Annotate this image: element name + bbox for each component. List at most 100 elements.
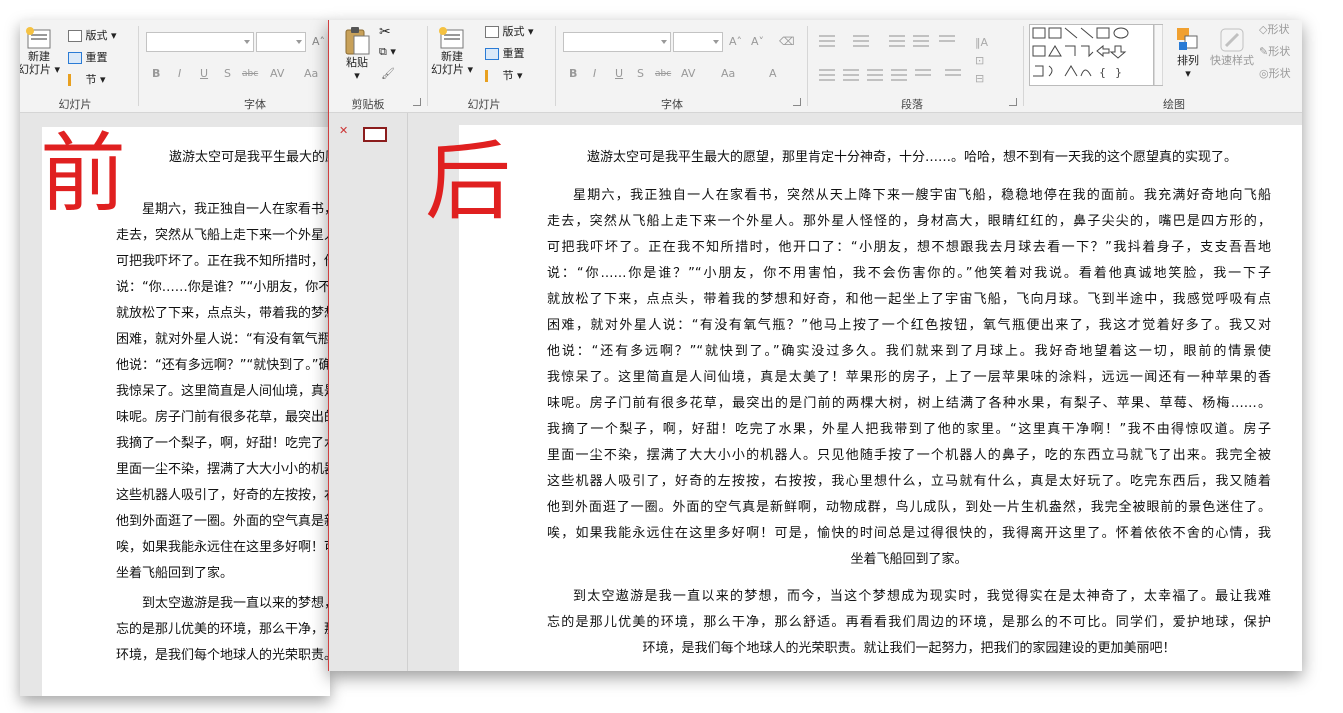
shape-effects-button[interactable]: ◎形状 bbox=[1259, 66, 1291, 82]
slides-group-label: 幻灯片 bbox=[58, 98, 92, 111]
text-line: 唉，如果我能永远住在这里多好啊！可是，愉快的时间总是过得很快的，我得离开这里了。… bbox=[547, 526, 1271, 541]
new-slide-button[interactable]: 新建 幻灯片 ▾ bbox=[429, 26, 475, 76]
layout-button[interactable]: 版式 ▾ bbox=[68, 28, 117, 44]
before-window: 新建 幻灯片 ▾ 版式 ▾ 重置 节 ▾ 幻灯片 A˄ B I U S abc … bbox=[20, 20, 330, 696]
group-separator bbox=[138, 26, 139, 106]
paragraph-tools[interactable]: ‖A ⊡ ⊟ bbox=[813, 26, 1013, 92]
quick-styles-button[interactable]: 快速样式 bbox=[1207, 26, 1257, 67]
font-name-combo[interactable] bbox=[146, 32, 254, 52]
reset-icon bbox=[68, 52, 82, 64]
copy-icon[interactable]: ⧉ ▾ bbox=[379, 44, 396, 60]
strikethrough-button[interactable]: abc bbox=[242, 66, 258, 82]
text-line: 走去，突然从飞船上走下来一个外星人。那外星人怪怪的，身材高大，眼睛红红的，鼻子尖… bbox=[547, 214, 1271, 229]
section-icon bbox=[68, 74, 82, 86]
font-launcher-icon[interactable] bbox=[793, 98, 801, 106]
text-line: 唉，如果我能永远住在这里多好啊！可是，愉快的时间总是过得很快的，我得离开这里了。… bbox=[116, 540, 330, 555]
format-painter-icon[interactable]: 🖌 bbox=[381, 66, 395, 82]
text-line: 就放松了下来，点点头，带着我的梦想和好奇，和他一起坐上了宇宙飞船，飞向月球。飞到… bbox=[116, 306, 330, 321]
text-line: 我惊呆了。这里简直是人间仙境，真是太美了！苹果形的房子，上了一层苹果味的涂料，远… bbox=[547, 370, 1271, 385]
bold-button[interactable]: B bbox=[569, 66, 577, 82]
text-line: 味呢。房子门前有很多花草，最突出的是门前的两棵大树，树上结满了各种水果，有梨子、… bbox=[547, 396, 1271, 411]
bold-button[interactable]: B bbox=[152, 66, 160, 82]
slide-workspace: 前 遨游太空可是我平生最大的愿望，那里肯定十分神奇，十分……。哈哈，想不到有一天… bbox=[20, 113, 330, 696]
char-spacing-button[interactable]: AV bbox=[681, 66, 695, 82]
svg-text:{: { bbox=[1099, 66, 1106, 79]
text-line: 这些机器人吸引了，好奇的左按按，右按按，我心里想什么，立马就有什么，真是太好玩了… bbox=[116, 488, 330, 503]
grow-font-button[interactable]: A˄ bbox=[729, 34, 742, 50]
grow-font-button[interactable]: A˄ bbox=[312, 34, 325, 50]
text-line: 他到外面逛了一圈。外面的空气真是新鲜啊，动物成群，鸟儿成队，到处一片生机盎然，我… bbox=[116, 514, 330, 529]
quick-styles-icon bbox=[1220, 28, 1244, 52]
section-button[interactable]: 节 ▾ bbox=[68, 72, 106, 88]
arrange-button[interactable]: 排列 ▾ bbox=[1171, 26, 1205, 80]
ribbon: 粘贴 ▾ ✂ ⧉ ▾ 🖌 剪贴板 新建 幻灯片 ▾ 版式 ▾ 重置 节 ▾ 幻灯… bbox=[329, 20, 1302, 113]
text-line: 环境，是我们每个地球人的光荣职责。就让我们一起努力，把我们的家园建设的更加美丽吧… bbox=[642, 641, 1176, 656]
text-line: 我惊呆了。这里简直是人间仙境，真是太美了！苹果形的房子，上了一层苹果味的涂料，远… bbox=[116, 384, 330, 399]
group-separator bbox=[555, 26, 556, 106]
clear-format-icon[interactable]: ⌫ bbox=[779, 34, 795, 50]
clipboard-launcher-icon[interactable] bbox=[413, 98, 421, 106]
new-slide-button[interactable]: 新建 幻灯片 ▾ bbox=[20, 26, 62, 76]
text-line: 困难，就对外星人说：“有没有氧气瓶？”他马上按了一个红色按钮，氧气瓶便出来了，我… bbox=[547, 318, 1271, 333]
shrink-font-button[interactable]: A˅ bbox=[751, 34, 764, 50]
svg-text:⊡: ⊡ bbox=[975, 54, 984, 67]
section-icon bbox=[485, 70, 499, 82]
char-spacing-button[interactable]: AV bbox=[270, 66, 284, 82]
doc-title: 遨游太空可是我平生最大的愿望，那里肯定十分神奇，十分……。哈哈，想不到有一天我的… bbox=[586, 150, 1237, 165]
underline-button[interactable]: U bbox=[200, 66, 208, 82]
paragraph-group-label: 段落 bbox=[901, 98, 923, 111]
italic-button[interactable]: I bbox=[178, 66, 181, 82]
shadow-button[interactable]: S bbox=[637, 66, 644, 82]
font-size-combo[interactable] bbox=[673, 32, 723, 52]
font-color-button[interactable]: A bbox=[769, 66, 777, 82]
layout-icon bbox=[68, 30, 82, 42]
after-label: 后 bbox=[425, 132, 511, 232]
font-group-label: 字体 bbox=[661, 98, 683, 111]
slide-page[interactable]: 前 遨游太空可是我平生最大的愿望，那里肯定十分神奇，十分……。哈哈，想不到有一天… bbox=[40, 127, 330, 696]
text-line: 里面一尘不染，摆满了大大小小的机器人。只见他随手按了一个机器人的鼻子，吃的东西立… bbox=[547, 448, 1271, 463]
group-separator bbox=[427, 26, 428, 106]
text-line: 到太空遨游是我一直以来的梦想，而今，当这个梦想成为现实时，我觉得实在是太神奇了，… bbox=[142, 596, 330, 611]
text-line: 说：“你……你是谁？”“小朋友，你不用害怕，我不会伤害你的。”他笑着对我说。看着… bbox=[547, 266, 1271, 281]
text-line: 走去，突然从飞船上走下来一个外星人。那外星人怪怪的，身材高大，眼睛红红的，鼻子尖… bbox=[116, 228, 330, 243]
text-line: 他说：“还有多远啊？”“就快到了。”确实没过多久。我们就来到了月球上。我好奇地望… bbox=[547, 344, 1271, 359]
text-line: 就放松了下来，点点头，带着我的梦想和好奇，和他一起坐上了宇宙飞船，飞向月球。飞到… bbox=[547, 292, 1271, 307]
text-line: 说：“你……你是谁？”“小朋友，你不用害怕，我不会伤害你的。”他笑着对我说。看着… bbox=[116, 280, 330, 295]
text-line: 坐着飞船回到了家。 bbox=[850, 552, 968, 567]
section-button[interactable]: 节 ▾ bbox=[485, 68, 523, 84]
change-case-button[interactable]: Aa bbox=[304, 66, 318, 82]
text-line: 他说：“还有多远啊？”“就快到了。”确实没过多久。我们就来到了月球上。我好奇地望… bbox=[116, 358, 330, 373]
ribbon: 新建 幻灯片 ▾ 版式 ▾ 重置 节 ▾ 幻灯片 A˄ B I U S abc … bbox=[20, 20, 330, 113]
svg-text:}: } bbox=[1115, 66, 1122, 79]
font-name-combo[interactable] bbox=[563, 32, 671, 52]
shadow-button[interactable]: S bbox=[224, 66, 231, 82]
shape-outline-button[interactable]: ✎形状 bbox=[1259, 44, 1290, 60]
font-group-label: 字体 bbox=[244, 98, 266, 111]
slide-page[interactable]: 后 遨游太空可是我平生最大的愿望，那里肯定十分神奇，十分……。哈哈，想不到有一天… bbox=[425, 125, 1302, 671]
font-size-combo[interactable] bbox=[256, 32, 306, 52]
svg-text:‖A: ‖A bbox=[975, 36, 989, 49]
group-separator bbox=[1023, 26, 1024, 106]
reset-button[interactable]: 重置 bbox=[485, 46, 525, 62]
layout-button[interactable]: 版式 ▾ bbox=[485, 24, 534, 40]
shapes-gallery[interactable]: {} bbox=[1029, 24, 1163, 86]
text-line: 他到外面逛了一圈。外面的空气真是新鲜啊，动物成群，鸟儿成队，到处一片生机盎然，我… bbox=[547, 500, 1271, 515]
group-separator bbox=[807, 26, 808, 106]
new-slide-icon bbox=[439, 27, 464, 49]
slide-thumbnail[interactable] bbox=[363, 127, 387, 142]
paste-button[interactable]: 粘贴 ▾ bbox=[337, 26, 377, 82]
cut-icon[interactable]: ✂ bbox=[379, 24, 391, 40]
underline-button[interactable]: U bbox=[615, 66, 623, 82]
change-case-button[interactable]: Aa bbox=[721, 66, 735, 82]
strikethrough-button[interactable]: abc bbox=[655, 66, 671, 82]
arrange-icon bbox=[1177, 28, 1198, 50]
reset-button[interactable]: 重置 bbox=[68, 50, 108, 66]
shape-fill-button[interactable]: ◇形状 bbox=[1259, 22, 1289, 38]
doc-title: 遨游太空可是我平生最大的愿望，那里肯定十分神奇，十分……。哈哈，想不到有一天我的… bbox=[168, 150, 330, 165]
italic-button[interactable]: I bbox=[593, 66, 596, 82]
slide-thumbnail-marker[interactable]: ✕ bbox=[339, 125, 349, 137]
text-line: 困难，就对外星人说：“有没有氧气瓶？”他马上按了一个红色按钮，氧气瓶便出来了，我… bbox=[116, 332, 330, 347]
paragraph-launcher-icon[interactable] bbox=[1009, 98, 1017, 106]
slide-thumbnail-pane: ✕ bbox=[329, 113, 408, 671]
slide-workspace: ✕ 后 遨游太空可是我平生最大的愿望，那里肯定十分神奇，十分……。哈哈，想不到有… bbox=[329, 113, 1302, 671]
